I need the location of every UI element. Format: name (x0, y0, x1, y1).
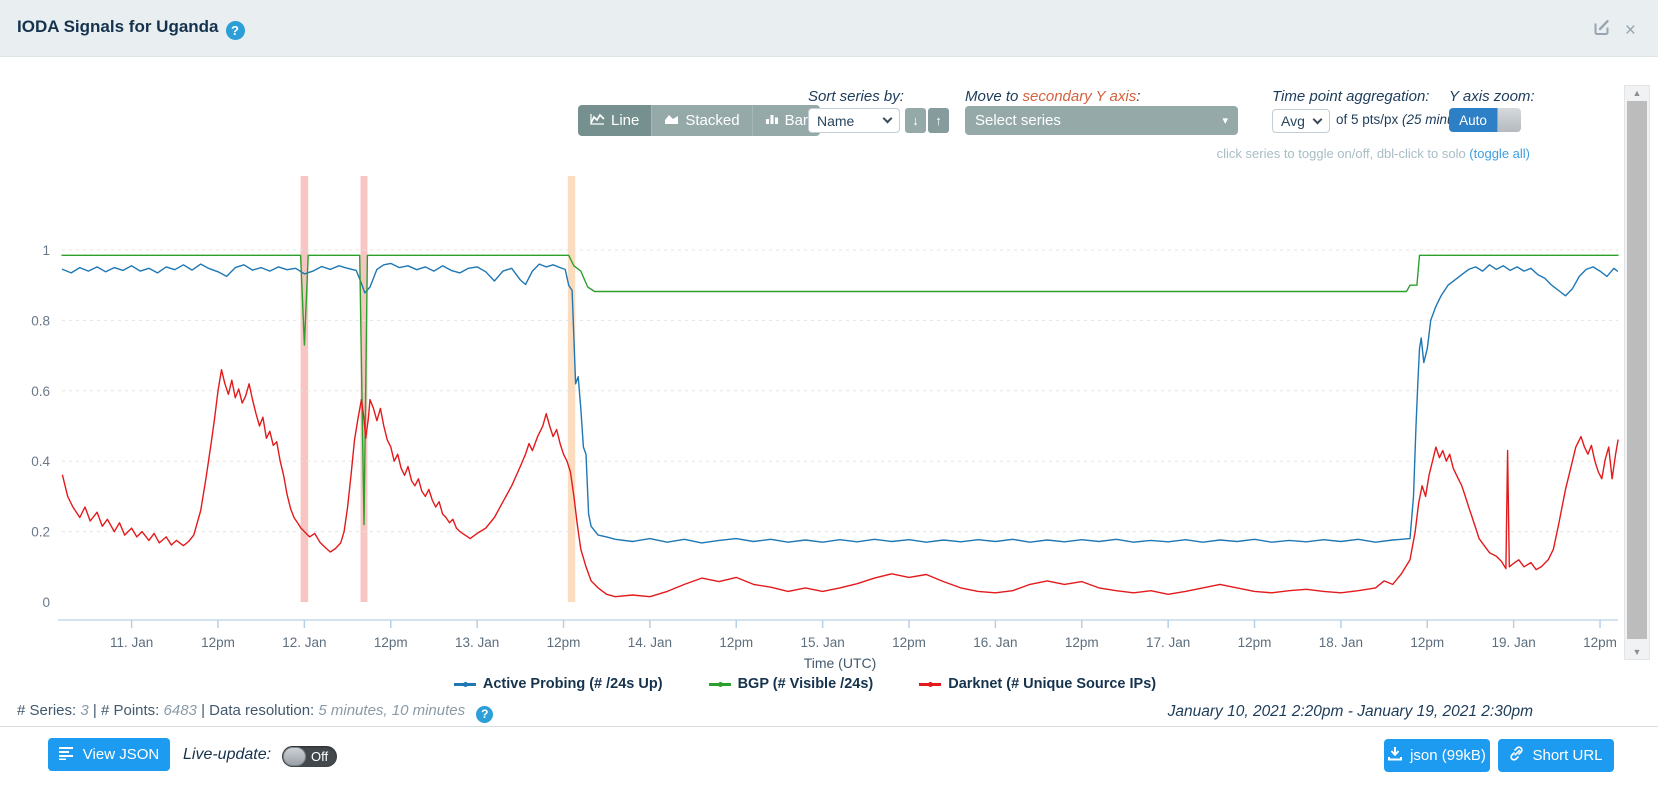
stats-bar: # Series: 3 | # Points: 6483 | Data reso… (17, 702, 493, 723)
svg-text:17. Jan: 17. Jan (1146, 635, 1190, 650)
svg-text:0.8: 0.8 (31, 313, 50, 328)
toggle-knob (1497, 108, 1521, 132)
legend-item-active-probing[interactable]: Active Probing (# /24s Up) (454, 676, 663, 692)
sort-descending-button[interactable]: ↓ (905, 108, 926, 133)
legend-item-darknet[interactable]: Darknet (# Unique Source IPs) (919, 676, 1156, 692)
svg-text:12pm: 12pm (374, 635, 408, 650)
svg-text:12pm: 12pm (1065, 635, 1099, 650)
svg-text:12pm: 12pm (1238, 635, 1272, 650)
svg-text:0: 0 (42, 595, 50, 610)
header-bar: IODA Signals for Uganda? × (0, 0, 1658, 57)
yaxis-zoom-toggle[interactable]: Auto (1449, 108, 1521, 132)
svg-text:16. Jan: 16. Jan (973, 635, 1017, 650)
aggregation-select[interactable]: Avg (1272, 109, 1330, 133)
chevron-down-icon (883, 114, 893, 124)
svg-text:1: 1 (42, 243, 50, 258)
chart-type-line-button[interactable]: Line (578, 105, 652, 136)
move-secondary-axis-label: Move to secondary Y axis: (965, 88, 1140, 105)
svg-text:13. Jan: 13. Jan (455, 635, 499, 650)
edit-icon[interactable] (1592, 18, 1611, 42)
series-line (63, 263, 1618, 543)
svg-text:0.6: 0.6 (31, 384, 50, 399)
series-hint: click series to toggle on/off, dbl-click… (1217, 146, 1530, 161)
bar-chart-icon (765, 112, 779, 129)
svg-text:15. Jan: 15. Jan (800, 635, 844, 650)
line-chart-icon (590, 112, 605, 129)
svg-text:11. Jan: 11. Jan (110, 635, 153, 650)
points-count-value: 6483 (164, 702, 197, 719)
title-help-icon[interactable]: ? (226, 21, 245, 40)
series-line (62, 255, 1618, 524)
date-range: January 10, 2021 2:20pm - January 19, 20… (1168, 703, 1533, 721)
toggle-state: Off (311, 749, 328, 764)
view-json-button[interactable]: View JSON (48, 738, 170, 771)
caret-down-icon: ▾ (1222, 114, 1228, 127)
link-icon (1509, 746, 1524, 765)
legend-marker (919, 683, 941, 686)
page-title: IODA Signals for Uganda? (17, 17, 245, 40)
close-icon[interactable]: × (1625, 21, 1636, 40)
stats-help-icon[interactable]: ? (476, 706, 493, 723)
vertical-scrollbar[interactable]: ▲ ▼ (1624, 85, 1650, 660)
svg-text:14. Jan: 14. Jan (628, 635, 672, 650)
stacked-chart-icon (664, 112, 679, 129)
legend-label: Active Probing (# /24s Up) (483, 676, 663, 692)
chart-type-group: Line Stacked Bar (578, 105, 820, 136)
x-axis: 11. Jan 12pm 12. Jan 12pm 13. Jan 12pm 14. Jan… (58, 620, 1618, 671)
download-json-button[interactable]: json (99kB) (1384, 739, 1490, 772)
arrow-up-icon: ↑ (935, 113, 942, 128)
y-axis-labels: 0 0.2 0.4 0.6 0.8 1 (31, 243, 50, 610)
svg-text:18. Jan: 18. Jan (1319, 635, 1363, 650)
yaxis-zoom-label: Y axis zoom: (1449, 88, 1535, 105)
ioda-signals-widget: IODA Signals for Uganda? × Line Stacked … (0, 0, 1658, 809)
scroll-down-arrow[interactable]: ▼ (1625, 647, 1649, 657)
svg-text:12pm: 12pm (719, 635, 753, 650)
legend-marker (709, 683, 731, 686)
svg-text:12pm: 12pm (1410, 635, 1444, 650)
live-update-label: Live-update: (183, 746, 271, 764)
svg-text:12pm: 12pm (547, 635, 581, 650)
list-icon (59, 746, 75, 764)
toggle-knob (283, 747, 306, 766)
scroll-up-arrow[interactable]: ▲ (1625, 88, 1649, 98)
chart-type-stacked-button[interactable]: Stacked (652, 105, 752, 136)
arrow-down-icon: ↓ (912, 113, 919, 128)
scrollbar-thumb[interactable] (1627, 101, 1647, 639)
toggle-all-link[interactable]: (toggle all) (1469, 146, 1530, 161)
x-axis-title: Time (UTC) (804, 655, 877, 671)
select-series-dropdown[interactable]: Select series ▾ (965, 106, 1238, 135)
svg-text:12pm: 12pm (892, 635, 926, 650)
series-line (63, 370, 1619, 597)
svg-text:19. Jan: 19. Jan (1492, 635, 1536, 650)
svg-text:12pm: 12pm (1583, 635, 1617, 650)
legend-marker (454, 683, 476, 686)
svg-text:12pm: 12pm (201, 635, 235, 650)
svg-text:12. Jan: 12. Jan (282, 635, 326, 650)
signals-chart-svg[interactable]: 0 0.2 0.4 0.6 0.8 1 11. Jan 12pm 12. Jan 12pm 13. … (0, 170, 1658, 672)
footer-divider (0, 726, 1658, 727)
legend-label: Darknet (# Unique Source IPs) (948, 676, 1156, 692)
data-resolution-value: 5 minutes, 10 minutes (318, 702, 465, 719)
svg-text:0.2: 0.2 (31, 525, 50, 540)
chart-legend: Active Probing (# /24s Up) BGP (# Visibl… (0, 676, 1610, 692)
download-icon (1388, 747, 1402, 765)
legend-label: BGP (# Visible /24s) (738, 676, 874, 692)
svg-text:0.4: 0.4 (31, 454, 50, 469)
sort-series-select[interactable]: Name (808, 108, 900, 133)
sort-series-label: Sort series by: (808, 88, 904, 105)
sort-ascending-button[interactable]: ↑ (928, 108, 949, 133)
chevron-down-icon (1313, 114, 1323, 124)
series-count-value: 3 (80, 702, 88, 719)
series-count-label: # Series: (17, 702, 76, 719)
aggregation-label: Time point aggregation: (1272, 88, 1429, 105)
data-resolution-label: Data resolution: (209, 702, 314, 719)
short-url-button[interactable]: Short URL (1498, 739, 1614, 772)
gridlines (62, 250, 1618, 532)
live-update-toggle[interactable]: Off (282, 746, 337, 767)
legend-item-bgp[interactable]: BGP (# Visible /24s) (709, 676, 874, 692)
points-count-label: # Points: (101, 702, 159, 719)
